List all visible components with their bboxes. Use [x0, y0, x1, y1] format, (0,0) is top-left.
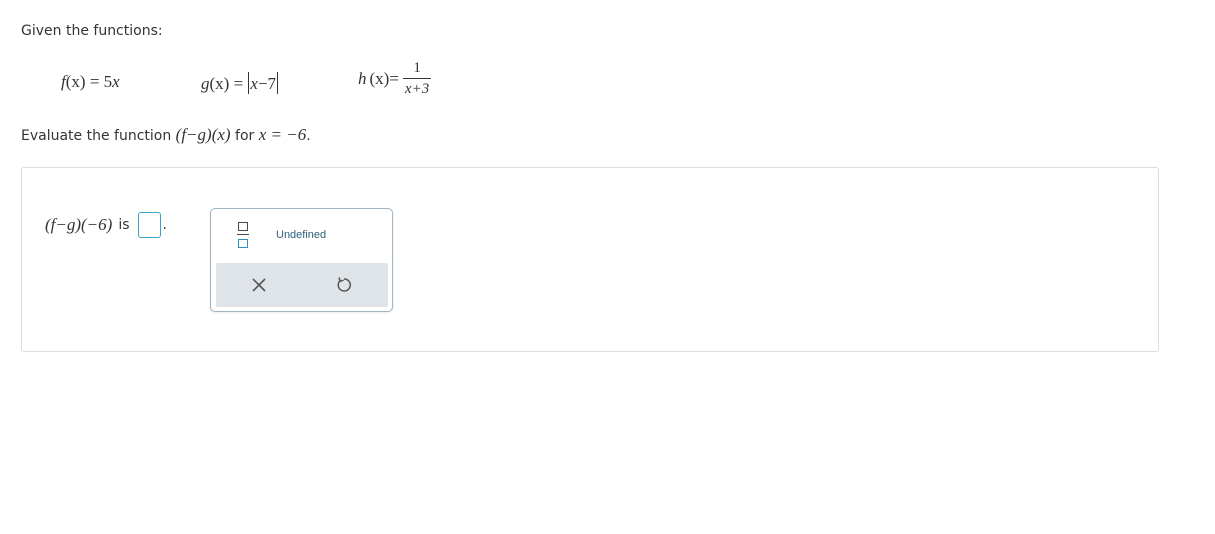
g-name: g — [201, 74, 210, 93]
undo-icon[interactable] — [334, 275, 354, 295]
h-var: (x) — [369, 68, 390, 88]
g-var: (x) — [209, 74, 230, 93]
question-prefix: Evaluate the function — [21, 128, 176, 144]
answer-expr: (f−g)(−6) — [45, 215, 112, 235]
h-eq: = — [389, 68, 399, 88]
x-icon[interactable] — [250, 276, 268, 294]
f-eq: = 5 — [85, 72, 113, 91]
f-x: x — [112, 72, 120, 91]
g-eq: = — [229, 74, 248, 93]
answer-period: . — [162, 217, 167, 233]
h-fraction: 1 x+3 — [402, 60, 432, 97]
h-name: h — [358, 68, 367, 88]
h-numerator: 1 — [413, 60, 421, 76]
f-var: (x) — [65, 72, 86, 91]
question-expr-text: (f−g)(x) — [175, 125, 231, 144]
undefined-button[interactable]: Undefined — [276, 229, 326, 241]
question-text: Evaluate the function (f−g)(x) for x = −… — [21, 125, 311, 145]
question-condition: x = −6 — [259, 125, 307, 144]
function-h: h (x) = 1 x+3 — [358, 60, 432, 97]
question-condition-text: x = −6 — [258, 125, 307, 144]
question-suffix: . — [306, 128, 311, 144]
answer-keypad: Undefined — [210, 208, 393, 312]
question-middle: for — [230, 128, 259, 144]
abs-bar-right — [277, 72, 279, 94]
answer-panel: (f−g)(−6) is . Undefined — [21, 167, 1159, 352]
intro-text: Given the functions: — [21, 23, 163, 39]
answer-input[interactable] — [137, 212, 161, 238]
g-inner-x: x — [250, 74, 258, 93]
g-inner-rest: −7 — [257, 74, 277, 93]
answer-is-label: is — [118, 217, 130, 233]
fraction-icon[interactable] — [237, 222, 249, 250]
h-denominator: x+3 — [402, 78, 432, 97]
keypad-action-bar — [216, 263, 388, 307]
question-expr: (f−g)(x) — [176, 125, 231, 144]
function-g: g(x) = x−7 — [201, 72, 279, 94]
function-f: f(x) = 5x — [61, 72, 120, 92]
answer-expr-text: (f−g)(−6) — [45, 215, 113, 234]
answer-line: (f−g)(−6) is . — [45, 212, 167, 238]
